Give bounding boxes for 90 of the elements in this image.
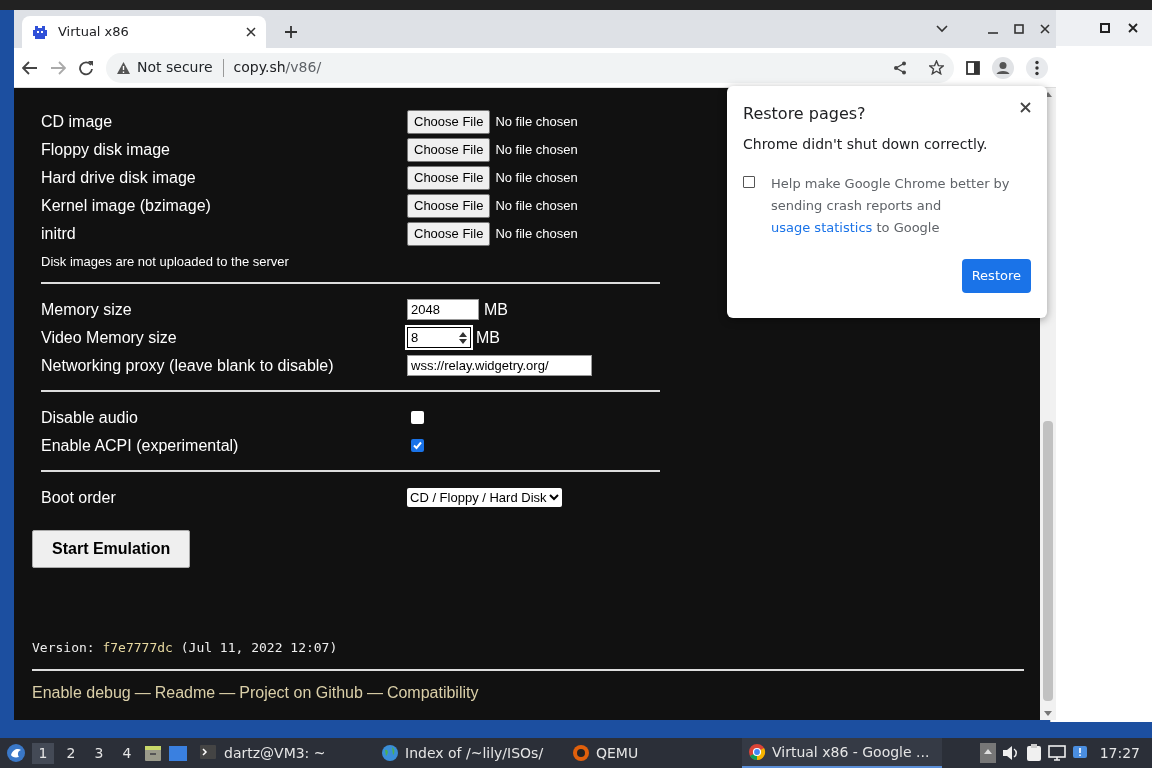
separator-dash: — bbox=[366, 683, 383, 703]
workspace-button[interactable]: 1 bbox=[32, 742, 54, 764]
file-cabinet-icon[interactable] bbox=[144, 744, 162, 762]
chrome-icon bbox=[748, 743, 766, 761]
field-label: Boot order bbox=[41, 487, 117, 508]
field-label: CD image bbox=[41, 112, 114, 132]
share-icon[interactable] bbox=[893, 60, 907, 75]
taskbar-item[interactable]: Index of /~lily/ISOs/ bbox=[375, 738, 560, 768]
checkbox[interactable] bbox=[743, 176, 755, 188]
field-label: Networking proxy (leave blank to disable) bbox=[41, 355, 335, 376]
unit-label: MB bbox=[476, 327, 500, 348]
invader-icon bbox=[32, 24, 48, 40]
input-field[interactable]: 2048 bbox=[407, 299, 479, 320]
workspace-button[interactable]: 4 bbox=[116, 742, 138, 764]
file-status: No file chosen bbox=[495, 113, 578, 132]
field-label: Floppy disk image bbox=[41, 140, 171, 160]
start-menu-icon[interactable] bbox=[6, 743, 26, 763]
choose-file-button[interactable]: Choose File bbox=[407, 138, 491, 162]
taskbar-item[interactable]: QEMU bbox=[566, 738, 736, 768]
close-icon[interactable] bbox=[1128, 23, 1138, 33]
file-status: No file chosen bbox=[495, 141, 578, 160]
profile-icon[interactable] bbox=[992, 56, 1014, 79]
choose-file-button[interactable]: Choose File bbox=[407, 166, 491, 190]
file-status: No file chosen bbox=[495, 225, 578, 244]
field-label: Video Memory size bbox=[41, 327, 178, 348]
usage-statistics-link[interactable]: usage statistics bbox=[771, 220, 873, 235]
field-label: Hard drive disk image bbox=[41, 168, 197, 188]
field-label: Memory size bbox=[41, 299, 133, 320]
taskbar-item[interactable]: dartz@VM3: ~ bbox=[194, 738, 369, 768]
field-label: initrd bbox=[41, 224, 77, 244]
consent-text: Help make Google Chrome better by sending crash reports and usage statistics to Google bbox=[771, 175, 1011, 237]
close-icon[interactable] bbox=[246, 27, 256, 37]
separator-dash: — bbox=[134, 683, 151, 703]
unit-label: MB bbox=[484, 299, 508, 320]
separator-dash: — bbox=[219, 683, 236, 703]
footer-link[interactable]: Project on Github bbox=[239, 681, 363, 705]
taskbar-item[interactable]: Virtual x86 - Google ... bbox=[742, 738, 942, 768]
workspace-button[interactable]: 2 bbox=[60, 742, 82, 764]
footer-link[interactable]: Enable debug bbox=[32, 681, 131, 705]
reload-icon[interactable] bbox=[78, 59, 94, 76]
address-bar[interactable]: Not secure copy.sh/v86/ bbox=[106, 52, 954, 83]
close-icon[interactable] bbox=[1020, 102, 1031, 113]
network-icon[interactable] bbox=[1047, 745, 1066, 761]
number-field[interactable]: 8 bbox=[407, 327, 471, 348]
footer-link[interactable]: Compatibility bbox=[386, 681, 479, 705]
choose-file-button[interactable]: Choose File bbox=[407, 110, 491, 134]
chevron-down-icon bbox=[548, 494, 559, 501]
file-status: No file chosen bbox=[495, 197, 578, 216]
url-text: copy.sh/v86/ bbox=[233, 58, 322, 77]
version-text: Version: f7e7777dc (Jul 11, 2022 12:07) bbox=[32, 638, 339, 657]
field-label: Enable ACPI (experimental) bbox=[41, 435, 240, 456]
globe-icon bbox=[381, 744, 399, 762]
checkbox[interactable] bbox=[411, 411, 424, 424]
input-field[interactable]: wss://relay.widgetry.org/ bbox=[407, 355, 592, 376]
security-label: Not secure bbox=[137, 58, 213, 77]
footer-link[interactable]: Readme bbox=[154, 681, 216, 705]
side-panel-icon[interactable] bbox=[966, 60, 980, 75]
dialog-title: Restore pages? bbox=[743, 103, 866, 125]
qemu-icon bbox=[572, 744, 590, 762]
terminal-icon bbox=[200, 744, 218, 762]
file-status: No file chosen bbox=[495, 169, 578, 188]
window-icon[interactable] bbox=[168, 744, 188, 762]
field-label: Kernel image (bzimage) bbox=[41, 196, 212, 216]
checkbox[interactable] bbox=[411, 439, 424, 452]
spinner-arrows-icon bbox=[459, 331, 467, 344]
plus-icon[interactable] bbox=[284, 25, 298, 39]
star-icon[interactable] bbox=[929, 60, 944, 75]
notification-icon[interactable] bbox=[1071, 745, 1088, 761]
choose-file-button[interactable]: Choose File bbox=[407, 194, 491, 218]
chevron-down-icon[interactable] bbox=[936, 25, 948, 33]
note-text: Disk images are not uploaded to the server bbox=[41, 253, 290, 271]
dialog-message: Chrome didn't shut down correctly. bbox=[743, 135, 989, 154]
back-arrow-icon[interactable] bbox=[22, 60, 38, 75]
more-menu-icon[interactable] bbox=[1026, 56, 1048, 79]
choose-file-button[interactable]: Choose File bbox=[407, 222, 491, 246]
tab-title: Virtual x86 bbox=[58, 23, 130, 42]
field-label: Disable audio bbox=[41, 407, 139, 428]
start-button[interactable]: Start Emulation bbox=[32, 529, 191, 568]
clock: 17:27 bbox=[1099, 743, 1140, 763]
workspace-button[interactable]: 3 bbox=[88, 742, 110, 764]
maximize-icon[interactable] bbox=[1014, 24, 1024, 34]
browser-tab[interactable]: Virtual x86 bbox=[22, 16, 266, 48]
clipboard-icon[interactable] bbox=[1025, 744, 1042, 762]
scroll-down-icon bbox=[1044, 711, 1052, 716]
restore-button[interactable]: Restore bbox=[961, 259, 1031, 293]
boot-order-select[interactable]: CD / Floppy / Hard Disk bbox=[407, 488, 562, 507]
close-icon[interactable] bbox=[1040, 24, 1050, 34]
maximize-icon[interactable] bbox=[1100, 23, 1110, 33]
volume-icon[interactable] bbox=[1001, 745, 1020, 761]
warning-icon bbox=[116, 60, 131, 75]
